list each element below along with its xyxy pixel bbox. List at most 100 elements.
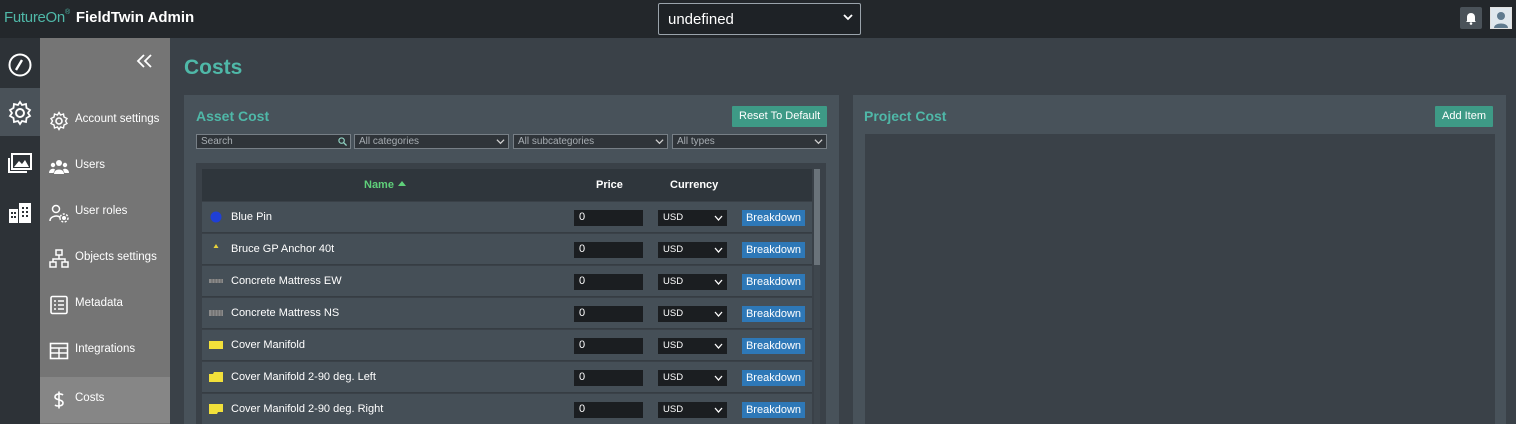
price-input[interactable]: 0 [574, 274, 643, 290]
breakdown-button[interactable]: Breakdown [742, 210, 805, 226]
price-input[interactable]: 0 [574, 306, 643, 322]
table-row: Cover Manifold 2-90 deg. Right 0 USD Bre… [202, 394, 812, 424]
page-title: Costs [184, 56, 243, 79]
sidebar-item-users[interactable]: Users [40, 144, 170, 190]
column-header-name[interactable]: Name [364, 179, 406, 191]
notifications-button[interactable] [1460, 7, 1482, 29]
table-header: Name Price Currency [202, 169, 812, 201]
currency-select[interactable]: USD [658, 306, 727, 322]
currency-select[interactable]: USD [658, 242, 727, 258]
objects-icon [49, 249, 69, 268]
breakdown-button[interactable]: Breakdown [742, 274, 805, 290]
chevron-down-icon [714, 343, 723, 349]
column-header-currency: Currency [670, 179, 719, 191]
dashboard-icon [8, 53, 32, 77]
search-icon [338, 137, 347, 146]
category-filter-value: All categories [359, 136, 420, 147]
currency-select[interactable]: USD [658, 338, 727, 354]
sidebar-item-user-roles[interactable]: User roles [40, 190, 170, 236]
user-avatar-button[interactable] [1490, 7, 1512, 29]
add-item-button[interactable]: Add Item [1435, 106, 1494, 127]
breakdown-button[interactable]: Breakdown [742, 402, 805, 418]
sidebar-item-metadata[interactable]: Metadata [40, 282, 170, 328]
breakdown-button[interactable]: Breakdown [742, 306, 805, 322]
breakdown-button[interactable]: Breakdown [742, 370, 805, 386]
app-title: FieldTwin Admin [75, 9, 195, 26]
asset-name: Concrete Mattress NS [231, 307, 340, 319]
project-select-value: undefined [668, 11, 734, 28]
subcategory-filter[interactable]: All subcategories [513, 134, 668, 149]
metadata-icon [50, 295, 68, 315]
chevron-down-icon [714, 375, 723, 381]
sidebar-item-label: Integrations [75, 343, 136, 355]
anchor-icon [213, 244, 219, 248]
users-icon [49, 160, 69, 174]
rail-item-settings[interactable] [0, 88, 40, 136]
asset-name: Blue Pin [231, 211, 272, 223]
asset-name: Cover Manifold [231, 339, 305, 351]
icon-rail [0, 38, 40, 424]
sidebar-item-account-settings[interactable]: Account settings [40, 98, 170, 144]
currency-select[interactable]: USD [658, 274, 727, 290]
price-input[interactable]: 0 [574, 338, 643, 354]
mattress-icon [209, 310, 223, 316]
category-filter[interactable]: All categories [354, 134, 509, 149]
reset-to-default-button[interactable]: Reset To Default [732, 106, 828, 127]
chevron-down-icon [714, 407, 723, 413]
chevron-down-icon [814, 139, 823, 145]
sidebar-item-label: Account settings [75, 113, 160, 125]
asset-name: Cover Manifold 2-90 deg. Left [231, 371, 376, 383]
sidebar-item-label: User roles [75, 205, 128, 217]
type-filter[interactable]: All types [672, 134, 827, 149]
price-input[interactable]: 0 [574, 210, 643, 226]
asset-name: Bruce GP Anchor 40t [231, 243, 335, 255]
sidebar-item-costs[interactable]: Costs [40, 377, 170, 423]
dollar-icon [54, 391, 64, 409]
manifold-icon [209, 341, 223, 349]
table-row: Cover Manifold 0 USD Breakdown [202, 330, 812, 361]
sidebar-item-label: Metadata [75, 297, 123, 309]
table-row: Cover Manifold 2-90 deg. Left 0 USD Brea… [202, 362, 812, 393]
table-scrollbar[interactable] [814, 169, 820, 424]
sidebar-item-label: Costs [75, 392, 105, 404]
table-row: Bruce GP Anchor 40t 0 USD Breakdown [202, 234, 812, 265]
price-input[interactable]: 0 [574, 402, 643, 418]
gear-icon [50, 111, 68, 131]
sidebar-item-label: Users [75, 159, 106, 171]
chevron-down-icon [714, 311, 723, 317]
project-select[interactable]: undefined [658, 3, 861, 35]
settings-submenu: Account settings Users User roles Object… [40, 38, 170, 424]
subcategory-filter-value: All subcategories [518, 136, 595, 147]
manifold-icon [209, 372, 223, 382]
chevron-down-icon [714, 279, 723, 285]
table-row: Concrete Mattress NS 0 USD Breakdown [202, 298, 812, 329]
rail-item-gallery[interactable] [0, 138, 40, 186]
search-placeholder: Search [201, 136, 233, 147]
gallery-icon [8, 153, 32, 173]
breakdown-button[interactable]: Breakdown [742, 338, 805, 354]
project-cost-list [865, 134, 1495, 424]
collapse-icon[interactable] [136, 54, 154, 68]
price-input[interactable]: 0 [574, 370, 643, 386]
project-cost-title: Project Cost [864, 108, 947, 124]
sidebar-item-label: Objects settings [75, 251, 157, 263]
blue-pin-icon [210, 211, 222, 223]
currency-select[interactable]: USD [658, 402, 727, 418]
rail-item-buildings[interactable] [0, 188, 40, 236]
chevron-down-icon [496, 139, 505, 145]
sidebar-item-integrations[interactable]: Integrations [40, 328, 170, 374]
scrollbar-thumb[interactable] [814, 169, 820, 265]
currency-select[interactable]: USD [658, 370, 727, 386]
column-header-price: Price [596, 179, 623, 191]
asset-name: Cover Manifold 2-90 deg. Right [231, 403, 384, 415]
sidebar-item-objects-settings[interactable]: Objects settings [40, 236, 170, 282]
user-roles-icon [49, 204, 69, 223]
price-input[interactable]: 0 [574, 242, 643, 258]
sort-asc-icon [397, 181, 406, 186]
chevron-down-icon [714, 215, 723, 221]
currency-select[interactable]: USD [658, 210, 727, 226]
rail-item-dashboard[interactable] [0, 40, 40, 88]
breakdown-button[interactable]: Breakdown [742, 242, 805, 258]
search-input[interactable]: Search [196, 134, 351, 149]
asset-cost-table: Name Price Currency Blue Pin 0 USD Break… [196, 163, 826, 424]
